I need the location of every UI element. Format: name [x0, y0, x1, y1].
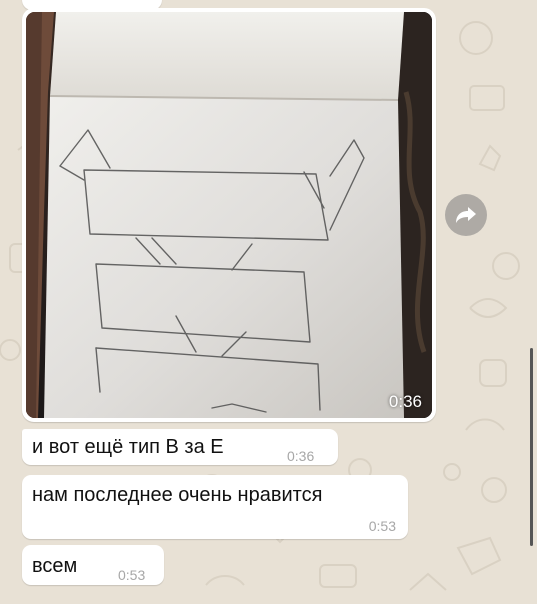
- sketch-photo[interactable]: 0:36: [26, 12, 432, 418]
- message-text: всем: [32, 555, 78, 577]
- message-text: нам последнее очень нравится: [32, 484, 323, 506]
- message-timestamp: 0:53: [118, 567, 146, 583]
- notebook-sketch-image: [26, 12, 432, 418]
- message-text: и вот ещё тип В за Е: [32, 436, 224, 458]
- forward-button[interactable]: [445, 194, 487, 236]
- message-timestamp: 0:36: [287, 448, 315, 464]
- message-bubble[interactable]: нам последнее очень нравится 0:53: [22, 475, 408, 539]
- image-message-bubble[interactable]: 0:36: [22, 8, 436, 422]
- forward-arrow-icon: [456, 207, 476, 223]
- message-bubble[interactable]: и вот ещё тип В за Е 0:36: [22, 429, 338, 465]
- scroll-indicator[interactable]: [530, 348, 533, 546]
- message-timestamp: 0:53: [368, 518, 396, 534]
- image-timestamp: 0:36: [388, 392, 422, 411]
- message-bubble[interactable]: всем 0:53: [22, 545, 164, 585]
